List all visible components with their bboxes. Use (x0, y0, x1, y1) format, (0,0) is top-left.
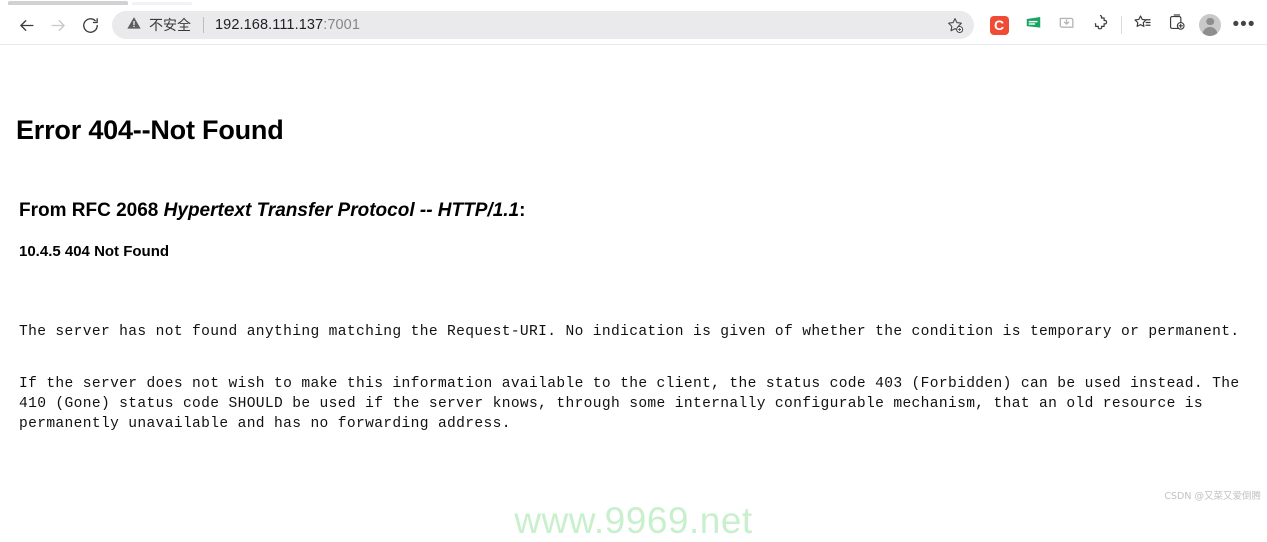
url-host: 192.168.111.137 (215, 17, 324, 33)
extension-green-doc-button[interactable] (1016, 9, 1050, 41)
rfc-heading-italic: Hypertext Transfer Protocol -- HTTP/1.1 (163, 200, 520, 221)
extension-c-button[interactable]: C (982, 9, 1016, 41)
rfc-heading-suffix: : (519, 200, 526, 221)
more-menu-button[interactable]: ••• (1227, 9, 1261, 41)
warning-triangle-icon (126, 15, 142, 36)
section-heading: 10.4.5 404 Not Found (19, 243, 170, 260)
extensions-button[interactable] (1084, 9, 1118, 41)
url-port: :7001 (323, 17, 361, 33)
url-text[interactable]: 192.168.111.137:7001 (215, 17, 942, 33)
browser-toolbar: 不安全 192.168.111.137:7001 C ••• (0, 6, 1267, 45)
address-bar[interactable]: 不安全 192.168.111.137:7001 (112, 11, 974, 39)
tab-strip-remnant (8, 1, 128, 5)
error-paragraph-2: If the server does not wish to make this… (19, 376, 1249, 432)
download-tray-icon (1057, 13, 1077, 38)
collections-button[interactable] (1159, 9, 1193, 41)
more-menu-icon: ••• (1232, 14, 1256, 35)
reload-button[interactable] (74, 9, 106, 41)
site-watermark: www.9969.net (514, 500, 753, 541)
collections-download-button[interactable] (1050, 9, 1084, 41)
toolbar-divider (1121, 16, 1122, 34)
rfc-heading-prefix: From RFC 2068 (19, 200, 164, 221)
error-paragraph-1: The server has not found anything matchi… (19, 324, 1240, 340)
profile-button[interactable] (1193, 9, 1227, 41)
favorites-star-list-icon (1133, 13, 1152, 37)
page-title: Error 404--Not Found (16, 115, 284, 145)
back-button[interactable] (10, 9, 42, 41)
security-status-label: 不安全 (149, 18, 191, 34)
forward-button[interactable] (42, 9, 74, 41)
page-content: Error 404--Not Found From RFC 2068 Hyper… (0, 45, 1267, 541)
extension-c-icon: C (989, 15, 1009, 35)
favorites-button[interactable] (1125, 9, 1159, 41)
extensions-puzzle-icon (1092, 13, 1111, 37)
add-favorite-icon[interactable] (942, 12, 968, 38)
profile-avatar (1199, 14, 1221, 36)
tab-strip-remnant-secondary (132, 2, 192, 5)
rfc-heading: From RFC 2068 Hypertext Transfer Protoco… (19, 200, 525, 222)
omnibox-divider (203, 17, 204, 33)
toolbar-icon-group: C ••• (982, 9, 1261, 41)
green-document-icon (1024, 13, 1043, 37)
security-status[interactable]: 不安全 (126, 15, 191, 36)
collections-add-icon (1167, 13, 1186, 37)
tab-strip (0, 0, 1267, 6)
